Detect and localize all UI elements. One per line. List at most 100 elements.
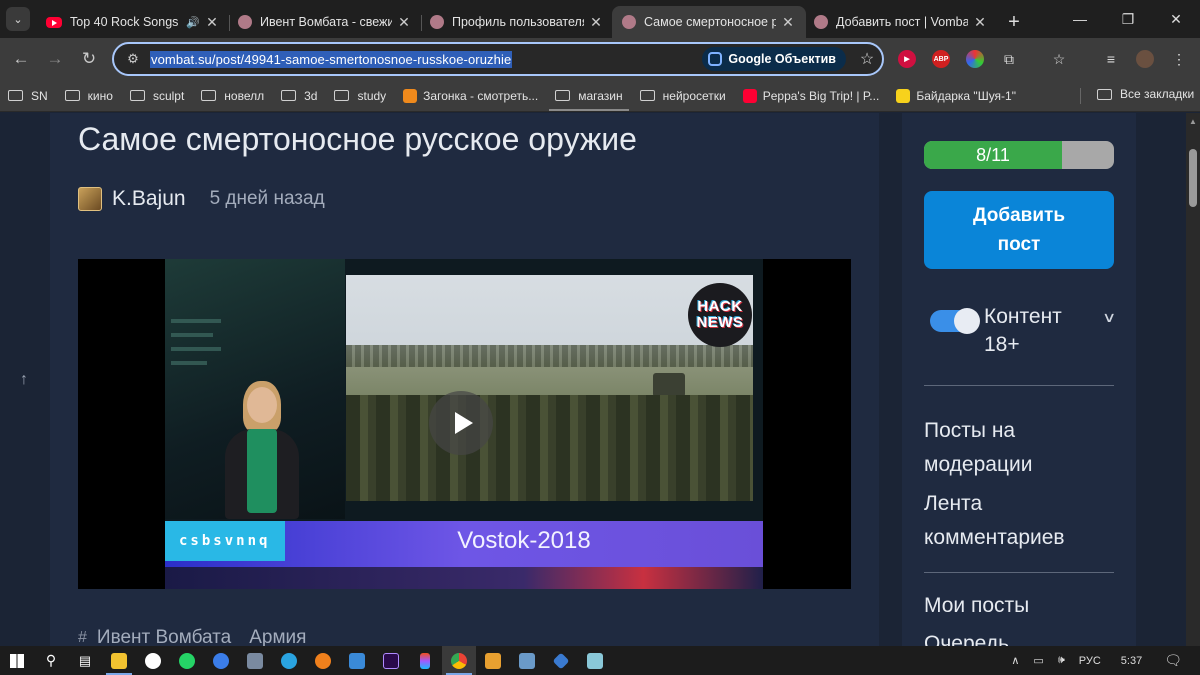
content-18-toggle[interactable] — [930, 308, 980, 334]
queue-link[interactable]: Очередь — [924, 627, 1114, 646]
after-effects-button[interactable] — [374, 646, 408, 675]
tab-current-post[interactable]: Самое смертоносное ру ✕ — [612, 6, 806, 38]
video-player[interactable]: HACK NEWS csbsvnnq Vostok-2018 — [78, 259, 851, 589]
tag-link[interactable]: Ивент Вомбата — [97, 627, 231, 646]
close-icon[interactable]: ✕ — [204, 14, 220, 31]
bookmark-folder[interactable]: магазин — [549, 88, 630, 111]
new-tab-button[interactable]: + — [996, 6, 1032, 38]
app-icon — [552, 652, 570, 669]
app-button[interactable] — [204, 646, 238, 675]
folder-icon — [129, 90, 145, 101]
vombat-icon — [622, 15, 636, 29]
bookmark-site[interactable]: Peppa's Big Trip! | P... — [742, 88, 880, 103]
color-extension-icon[interactable] — [960, 42, 990, 76]
clock[interactable]: 5:37 — [1121, 655, 1142, 667]
task-view-button[interactable]: ▤ — [68, 646, 102, 675]
moderation-link[interactable]: Посты на модерации — [924, 414, 1114, 482]
app-button[interactable] — [340, 646, 374, 675]
forward-button[interactable]: → — [38, 42, 72, 76]
bookmark-label: Загонка - смотреть... — [423, 88, 539, 103]
chevron-down-icon[interactable]: ∨ — [1102, 309, 1116, 326]
google-lens-button[interactable]: Google Объектив — [702, 47, 846, 71]
play-icon — [454, 412, 473, 434]
back-button[interactable]: ← — [4, 42, 38, 76]
scroll-up-icon[interactable]: ▲ — [1189, 117, 1197, 126]
figma-button[interactable] — [408, 646, 442, 675]
add-post-button[interactable]: Добавить пост — [924, 191, 1114, 269]
page-scrollbar[interactable]: ▲ — [1186, 113, 1200, 646]
hash-icon: # — [78, 629, 87, 646]
bookmark-star-icon[interactable]: ☆ — [852, 49, 882, 69]
start-button[interactable] — [0, 646, 34, 675]
explorer-button[interactable] — [102, 646, 136, 675]
comments-feed-link[interactable]: Лента комментариев — [924, 487, 1114, 555]
play-button[interactable] — [429, 391, 493, 455]
whatsapp-button[interactable] — [170, 646, 204, 675]
bookmark-label: магазин — [578, 88, 623, 103]
tab-profile[interactable]: Профиль пользователя ✕ — [420, 6, 614, 38]
profile-avatar[interactable] — [1130, 42, 1160, 76]
network-icon[interactable]: ▭ — [1033, 654, 1043, 667]
site-settings-icon[interactable]: ⚙ — [118, 51, 148, 67]
tag-link[interactable]: Армия — [249, 627, 306, 646]
media-controls-icon[interactable]: ≡ — [1096, 42, 1126, 76]
yandex-button[interactable] — [136, 646, 170, 675]
content-18-toggle-row[interactable]: Контент 18+ ∨ — [930, 303, 1116, 359]
bookmark-folder[interactable]: study — [334, 89, 386, 103]
folder-icon — [334, 90, 350, 101]
hack-news-logo: HACK NEWS — [688, 283, 752, 347]
tab-event[interactable]: Ивент Вомбата - свежи ✕ — [228, 6, 422, 38]
address-bar[interactable]: ⚙ vombat.su/post/49941-samoe-smertonosno… — [112, 42, 884, 76]
app-button[interactable] — [476, 646, 510, 675]
bookmark-folder[interactable]: sculpt — [129, 89, 184, 103]
speaker-icon[interactable]: 🔊 — [186, 16, 200, 29]
news-anchor — [225, 379, 299, 519]
notes-button[interactable] — [578, 646, 612, 675]
all-bookmarks[interactable]: Все закладки — [1097, 87, 1194, 101]
close-icon[interactable]: ✕ — [972, 14, 988, 31]
bookmark-label: Peppa's Big Trip! | P... — [762, 88, 880, 103]
bookmark-folder[interactable]: SN — [8, 89, 48, 103]
bookmark-site[interactable]: Загонка - смотреть... — [403, 88, 539, 103]
bookmark-folder[interactable]: нейросетки — [639, 88, 726, 103]
app-button[interactable] — [510, 646, 544, 675]
notifications-icon[interactable]: 🗨 — [1164, 652, 1182, 669]
close-window-icon[interactable]: ✕ — [1152, 11, 1200, 28]
my-posts-link[interactable]: Мои посты — [924, 589, 1114, 623]
bookmark-label: SN — [31, 88, 48, 103]
chrome-button[interactable] — [442, 646, 476, 675]
chevron-up-icon[interactable]: ∧ — [1011, 654, 1019, 667]
tab-add-post[interactable]: Добавить пост | Vombat ✕ — [804, 6, 998, 38]
minimize-icon[interactable]: — — [1056, 11, 1104, 27]
bookmark-label: нейросетки — [662, 88, 726, 103]
calculator-button[interactable] — [238, 646, 272, 675]
close-icon[interactable]: ✕ — [396, 14, 412, 31]
search-button[interactable]: ⚲ — [34, 646, 68, 675]
extensions-puzzle-icon[interactable]: ⧉ — [994, 42, 1024, 76]
telegram-button[interactable] — [272, 646, 306, 675]
url-text[interactable]: vombat.su/post/49941-samoe-smertonosnoe-… — [150, 50, 513, 68]
tab-youtube[interactable]: Top 40 Rock Songs of 🔊 ✕ — [36, 6, 230, 38]
blender-button[interactable] — [306, 646, 340, 675]
scroll-up-arrow-icon[interactable]: ↑ — [20, 371, 28, 389]
tab-search-button[interactable]: ⌄ — [0, 0, 36, 38]
adblock-icon[interactable]: ABP — [926, 42, 956, 76]
app-button[interactable] — [544, 646, 578, 675]
bookmark-site[interactable]: Байдарка "Шуя-1" — [896, 88, 1016, 103]
bookmark-label: Все закладки — [1120, 87, 1195, 101]
menu-dots-icon[interactable]: ⋮ — [1164, 42, 1194, 76]
reload-button[interactable]: ↻ — [72, 42, 106, 76]
language-indicator[interactable]: РУС — [1079, 655, 1101, 667]
restore-icon[interactable]: ❐ — [1104, 11, 1152, 28]
bookmark-folder[interactable]: 3d — [281, 89, 317, 103]
avatar[interactable] — [78, 187, 102, 211]
bookmarks-star-icon[interactable]: ☆ — [1044, 42, 1074, 76]
author-name[interactable]: K.Bajun — [112, 187, 186, 211]
bookmark-folder[interactable]: кино — [64, 89, 113, 103]
extension-icon[interactable]: ▶ — [892, 42, 922, 76]
close-icon[interactable]: ✕ — [588, 14, 604, 31]
volume-icon[interactable]: 🕪 — [1058, 654, 1065, 667]
bookmark-folder[interactable]: новелл — [201, 89, 264, 103]
scroll-thumb[interactable] — [1189, 149, 1197, 207]
close-icon[interactable]: ✕ — [780, 14, 796, 31]
